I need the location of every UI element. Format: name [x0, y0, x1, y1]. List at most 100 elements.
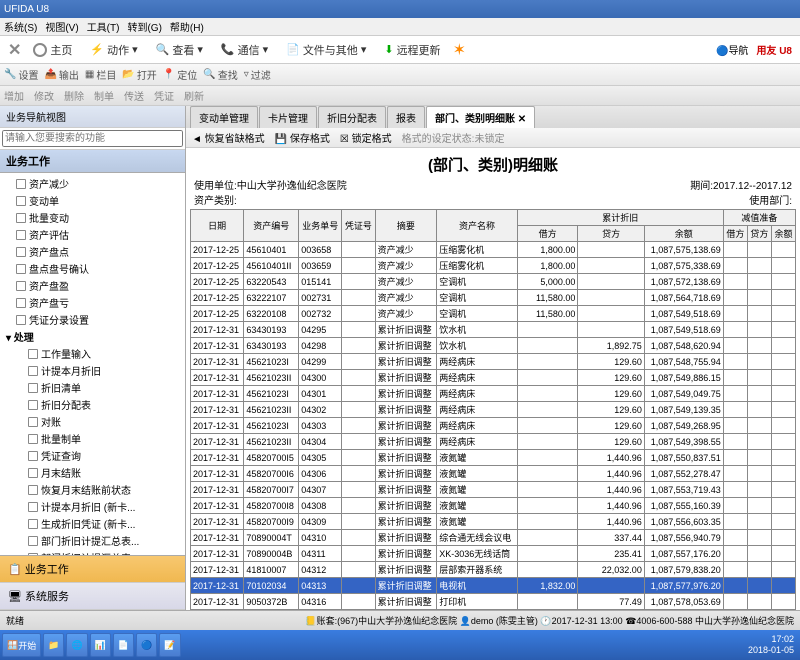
tree-item[interactable]: 凭证分录设置	[2, 311, 183, 328]
position-btn[interactable]: 📍定位	[163, 67, 197, 82]
comm-button[interactable]: 📞通信▾	[215, 40, 274, 60]
table-row[interactable]: 2017-12-3170890004B04311累计折旧调整XK-3036无线话…	[191, 546, 796, 562]
table-row[interactable]: 2017-12-2563222107002731资产减少空调机11,580.00…	[191, 290, 796, 306]
table-row[interactable]: 2017-12-3170890004T04310累计折旧调整综合通无线会议电33…	[191, 530, 796, 546]
tree-item[interactable]: 恢复月末结账前状态	[2, 481, 183, 498]
tab-deprec[interactable]: 折旧分配表	[318, 106, 386, 128]
tree-item[interactable]: 批量变动	[2, 209, 183, 226]
table-row[interactable]: 2017-12-316343019304295累计折旧调整饮水机1,087,54…	[191, 322, 796, 338]
menu-help[interactable]: 帮助(H)	[170, 19, 204, 34]
tab-change[interactable]: 变动单管理	[190, 106, 258, 128]
tree-item[interactable]: 对账	[2, 413, 183, 430]
tab-close-icon[interactable]: ✕	[518, 114, 526, 125]
tree-item[interactable]: 资产盘盈	[2, 277, 183, 294]
taskbar-app[interactable]: 🔵	[136, 633, 157, 657]
table-row[interactable]: 2017-12-3145621023I04303累计折旧调整两经病床129.60…	[191, 418, 796, 434]
table-row[interactable]: 2017-12-3145820700I604306累计折旧调整液氮罐1,440.…	[191, 466, 796, 482]
trans-btn[interactable]: 传送	[124, 88, 144, 103]
taskbar-clock[interactable]: 17:022018-01-05	[748, 634, 798, 656]
action-button[interactable]: ⚡动作▾	[84, 40, 143, 60]
add-btn[interactable]: 增加	[4, 88, 24, 103]
table-row[interactable]: 2017-12-3145621023II04302累计折旧调整两经病床129.6…	[191, 402, 796, 418]
col-date[interactable]: 日期	[191, 210, 244, 242]
table-row[interactable]: 2017-12-3145621023II04304累计折旧调整两经病床129.6…	[191, 434, 796, 450]
col-code[interactable]: 资产编号	[244, 210, 299, 242]
tree-item[interactable]: 批量制单	[2, 430, 183, 447]
output-btn[interactable]: 📤输出	[44, 67, 78, 82]
table-row[interactable]: 2017-12-3145820700I804308累计折旧调整液氮罐1,440.…	[191, 498, 796, 514]
col-accum[interactable]: 累计折旧	[517, 210, 723, 226]
col-name[interactable]: 资产名称	[437, 210, 517, 242]
tree-item[interactable]: 折旧清单	[2, 379, 183, 396]
table-row[interactable]: 2017-12-3145621023I04299累计折旧调整两经病床129.60…	[191, 354, 796, 370]
tree-item[interactable]: 部门折旧计提汇总表...	[2, 532, 183, 549]
table-row[interactable]: 2017-12-2563220108002732资产减少空调机11,580.00…	[191, 306, 796, 322]
mod-btn[interactable]: 修改	[34, 88, 54, 103]
close-icon[interactable]: ✕	[8, 40, 21, 60]
tree-item[interactable]: 资产减少	[2, 175, 183, 192]
tab-card[interactable]: 卡片管理	[259, 106, 317, 128]
view-button[interactable]: 🔍查看▾	[150, 40, 209, 60]
tree-item[interactable]: 变动单	[2, 192, 183, 209]
open-btn[interactable]: 📂打开	[122, 67, 156, 82]
table-row[interactable]: 2017-12-3145820700I704307累计折旧调整液氮罐1,440.…	[191, 482, 796, 498]
tree-item[interactable]: 月末结账	[2, 464, 183, 481]
taskbar-app[interactable]: 📄	[113, 633, 134, 657]
col-vch[interactable]: 凭证号	[342, 210, 375, 242]
table-row[interactable]: 2017-12-2545610401003658资产减少压缩雾化机1,800.0…	[191, 242, 796, 258]
col-impair[interactable]: 减值准备	[723, 210, 795, 226]
find-btn[interactable]: 🔍查找	[203, 67, 237, 82]
star-icon[interactable]: ✶	[453, 40, 466, 60]
tree-item[interactable]: 生成折旧凭证 (新卡...	[2, 515, 183, 532]
home-button[interactable]: 主页	[27, 40, 78, 60]
tree-category[interactable]: ▾ 处理	[2, 328, 183, 345]
table-row[interactable]: 2017-12-319050372B04316累计折旧调整打印机77.491,0…	[191, 594, 796, 610]
files-button[interactable]: 📄文件与其他▾	[280, 40, 372, 60]
taskbar-app[interactable]: 📁	[43, 633, 64, 657]
voucher-btn[interactable]: 凭证	[154, 88, 174, 103]
settings-btn[interactable]: 🔧设置	[4, 67, 38, 82]
taskbar-app[interactable]: 📝	[159, 633, 180, 657]
update-button[interactable]: ⬇远程更新	[378, 40, 446, 60]
lock-format-btn[interactable]: ☒ 锁定格式	[340, 130, 392, 145]
restore-format-btn[interactable]: ◄ 恢复省缺格式	[192, 130, 265, 145]
save-format-btn[interactable]: 💾 保存格式	[275, 130, 330, 145]
table-row[interactable]: 2017-12-3145820700I504305累计折旧调整液氮罐1,440.…	[191, 450, 796, 466]
menu-goto[interactable]: 转到(G)	[127, 19, 161, 34]
table-row[interactable]: 2017-12-314181000704312累计折旧调整层部索开器系统22,0…	[191, 562, 796, 578]
tree-item[interactable]: 盘点盘号确认	[2, 260, 183, 277]
table-row[interactable]: 2017-12-319050472T04320累计折旧调整活动柜3.161,08…	[191, 610, 796, 611]
refresh-btn[interactable]: 刷新	[184, 88, 204, 103]
table-row[interactable]: 2017-12-317010203404313累计折旧调整电视机1,832.00…	[191, 578, 796, 594]
sidebar-section[interactable]: 🖥 系统服务	[0, 583, 185, 610]
copy-btn[interactable]: 制单	[94, 88, 114, 103]
tab-detail[interactable]: 部门、类别明细账 ✕	[426, 106, 535, 128]
tree-item[interactable]: 计提本月折旧	[2, 362, 183, 379]
filter-btn[interactable]: ▿过滤	[244, 67, 271, 82]
table-row[interactable]: 2017-12-316343019304298累计折旧调整饮水机1,892.75…	[191, 338, 796, 354]
tree-item[interactable]: 资产评估	[2, 226, 183, 243]
tree-item[interactable]: 工作量输入	[2, 345, 183, 362]
sidebar-section[interactable]: 📋 业务工作	[0, 556, 185, 583]
table-row[interactable]: 2017-12-3145621023II04300累计折旧调整两经病床129.6…	[191, 370, 796, 386]
tab-report[interactable]: 报表	[387, 106, 425, 128]
del-btn[interactable]: 删除	[64, 88, 84, 103]
tree-item[interactable]: 计提本月折旧 (新卡...	[2, 498, 183, 515]
col-biz[interactable]: 业务单号	[299, 210, 342, 242]
table-row[interactable]: 2017-12-2563220543015141资产减少空调机5,000.001…	[191, 274, 796, 290]
tree-item[interactable]: 折旧分配表	[2, 396, 183, 413]
menu-system[interactable]: 系统(S)	[4, 19, 37, 34]
table-row[interactable]: 2017-12-2545610401II003659资产减少压缩雾化机1,800…	[191, 258, 796, 274]
start-button[interactable]: 🪟开始	[2, 633, 41, 657]
column-btn[interactable]: ▦栏目	[85, 67, 116, 82]
menu-view[interactable]: 视图(V)	[45, 19, 78, 34]
col-summary[interactable]: 摘要	[375, 210, 437, 242]
tree-item[interactable]: 资产盘点	[2, 243, 183, 260]
nav-button[interactable]: 🔵导航	[716, 42, 748, 57]
tree-item[interactable]: 资产盘亏	[2, 294, 183, 311]
taskbar-app[interactable]: 🌐	[66, 633, 87, 657]
search-input[interactable]	[2, 130, 183, 147]
taskbar-app[interactable]: 📊	[90, 633, 111, 657]
tree-item[interactable]: 凭证查询	[2, 447, 183, 464]
menu-tool[interactable]: 工具(T)	[87, 19, 120, 34]
